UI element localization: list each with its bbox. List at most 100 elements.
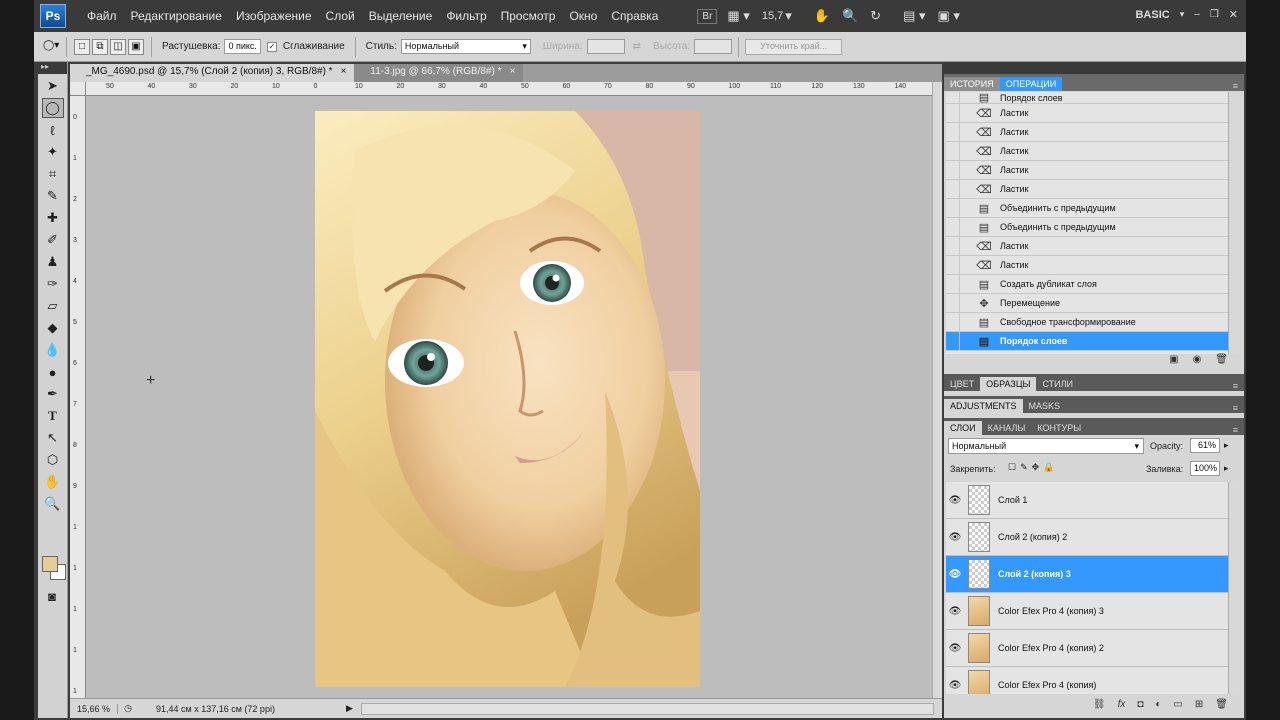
snapshot-icon[interactable]: ▣ [1169, 354, 1178, 370]
delete-icon[interactable]: 🗑 [1215, 354, 1228, 370]
visibility-eye-icon[interactable]: 👁 [946, 495, 964, 506]
visibility-eye-icon[interactable]: 👁 [946, 532, 964, 543]
minimize-icon[interactable]: – [1194, 9, 1200, 20]
visibility-eye-icon[interactable]: 👁 [946, 569, 964, 580]
layer-row[interactable]: 👁 Color Efex Pro 4 (копия) 2 [946, 630, 1228, 667]
ellipse-marquee-tool-icon[interactable]: ◯ [41, 98, 64, 118]
visibility-eye-icon[interactable]: 👁 [946, 643, 964, 654]
menu-view[interactable]: Просмотр [494, 9, 563, 23]
menu-layer[interactable]: Слой [319, 9, 362, 23]
view-extras-icon[interactable]: ▦ ▾ [727, 8, 749, 24]
history-item[interactable]: ⌫ Ластик [946, 255, 1228, 275]
close-tab-icon[interactable]: × [510, 66, 516, 82]
panel-menu-icon[interactable]: ≡ [1233, 81, 1238, 91]
hand-icon[interactable]: ✋ [814, 8, 830, 24]
visibility-eye-icon[interactable]: 👁 [946, 606, 964, 617]
add-selection-icon[interactable]: ⧉ [92, 38, 108, 55]
crop-tool-icon[interactable]: ⌗ [42, 164, 64, 184]
history-item[interactable]: ▤ Порядок слоев [946, 92, 1228, 107]
doc-tab[interactable]: 11-3.jpg @ 66,7% (RGB/8#) * × [354, 64, 524, 82]
layer-row[interactable]: 👁 Color Efex Pro 4 (копия) [946, 667, 1228, 694]
opacity-input[interactable]: 61% [1190, 438, 1220, 453]
history-brush-source-toggle[interactable] [946, 122, 960, 142]
layer-name[interactable]: Color Efex Pro 4 (копия) 3 [998, 606, 1104, 616]
menu-file[interactable]: Файл [80, 9, 124, 23]
move-tool-icon[interactable]: ➤ [42, 76, 64, 96]
tools-collapse-icon[interactable]: ▸▸ [38, 62, 67, 74]
paint-bucket-tool-icon[interactable]: ◆ [42, 318, 64, 338]
tab-history[interactable]: ИСТОРИЯ [944, 77, 1000, 91]
layer-row[interactable]: 👁 Слой 2 (копия) 3 [946, 556, 1228, 593]
link-layers-icon[interactable]: ⛓ [1093, 699, 1106, 710]
eyedropper-tool-icon[interactable]: ✎ [42, 186, 64, 206]
history-item[interactable]: ⌫ Ластик [946, 160, 1228, 180]
doc-tab-active[interactable]: _MG_4690.psd @ 15,7% (Слой 2 (копия) 3, … [70, 64, 355, 82]
screen-mode-icon[interactable]: ▣ ▾ [937, 8, 959, 24]
close-tab-icon[interactable]: × [341, 66, 347, 82]
layers-scrollbar[interactable] [1228, 482, 1240, 694]
new-selection-icon[interactable]: □ [74, 38, 90, 55]
add-mask-icon[interactable]: ◘ [1137, 699, 1143, 710]
history-brush-tool-icon[interactable]: ✑ [42, 274, 64, 294]
ellipse-marquee-icon[interactable]: ◯▾ [43, 39, 59, 55]
history-item[interactable]: ✥ Перемещение [946, 293, 1228, 313]
hand-tool-icon[interactable]: ✋ [42, 472, 64, 492]
history-brush-source-toggle[interactable] [946, 293, 960, 313]
path-selection-tool-icon[interactable]: ↖ [42, 428, 64, 448]
panel-menu-icon[interactable]: ≡ [1233, 381, 1238, 391]
zoom-tool-icon[interactable]: 🔍 [42, 494, 64, 514]
adjustment-layer-icon[interactable]: ◐ [1155, 699, 1161, 710]
history-brush-source-toggle[interactable] [946, 255, 960, 275]
history-brush-source-toggle[interactable] [946, 312, 960, 332]
delete-layer-icon[interactable]: 🗑 [1215, 699, 1228, 710]
layer-name[interactable]: Color Efex Pro 4 (копия) 2 [998, 643, 1104, 653]
tab-adjustments[interactable]: ADJUSTMENTS [944, 399, 1023, 413]
panel-dock-header[interactable] [944, 62, 1244, 74]
document-canvas[interactable]: + [86, 96, 932, 698]
layer-row[interactable]: 👁 Слой 1 [946, 482, 1228, 519]
layer-name[interactable]: Слой 2 (копия) 2 [998, 532, 1067, 542]
tab-color[interactable]: ЦВЕТ [944, 377, 980, 391]
layer-row[interactable]: 👁 Color Efex Pro 4 (копия) 3 [946, 593, 1228, 630]
layer-style-icon[interactable]: fx [1118, 699, 1126, 710]
horizontal-ruler[interactable]: 50 40 30 20 10 0 10 20 30 40 50 60 70 80 90 100 110 120 13… [86, 82, 932, 96]
status-info-icon[interactable]: ◷ [118, 703, 138, 714]
history-item[interactable]: ⌫ Ластик [946, 179, 1228, 199]
blend-mode-select[interactable]: Нормальный ▾ [948, 438, 1144, 454]
history-brush-source-toggle[interactable] [946, 236, 960, 256]
quick-mask-icon[interactable]: ◙ [41, 586, 63, 606]
history-brush-source-toggle[interactable] [946, 198, 960, 218]
clone-stamp-tool-icon[interactable]: ♟ [42, 252, 64, 272]
zoom-level[interactable]: 15,7 [762, 10, 783, 22]
new-layer-icon[interactable]: ⊞ [1195, 699, 1203, 710]
history-brush-source-toggle[interactable] [946, 179, 960, 199]
tab-channels[interactable]: КАНАЛЫ [982, 421, 1032, 435]
history-scrollbar[interactable] [1228, 92, 1240, 354]
history-item[interactable]: ⌫ Ластик [946, 141, 1228, 161]
blur-tool-icon[interactable]: 💧 [42, 340, 64, 360]
camera-icon[interactable]: ◉ [1193, 354, 1202, 370]
foreground-color-swatch[interactable] [42, 556, 58, 572]
visibility-eye-icon[interactable]: 👁 [946, 680, 964, 691]
fill-input[interactable]: 100% [1190, 461, 1220, 476]
menu-filter[interactable]: Фильтр [439, 9, 493, 23]
type-tool-icon[interactable]: T [42, 406, 64, 426]
layer-name[interactable]: Слой 1 [998, 495, 1027, 505]
history-item[interactable]: ▤ Создать дубликат слоя [946, 274, 1228, 294]
tab-styles[interactable]: СТИЛИ [1036, 377, 1079, 391]
subtract-selection-icon[interactable]: ◫ [110, 38, 126, 55]
menu-image[interactable]: Изображение [229, 9, 319, 23]
panel-menu-icon[interactable]: ≡ [1233, 403, 1238, 413]
history-item[interactable]: ▤ Свободное трансформирование [946, 312, 1228, 332]
opacity-slider-icon[interactable]: ▸ [1224, 440, 1229, 451]
magic-wand-tool-icon[interactable]: ✦ [42, 142, 64, 162]
brush-tool-icon[interactable]: ✐ [42, 230, 64, 250]
menu-select[interactable]: Выделение [362, 9, 440, 23]
history-brush-source-toggle[interactable] [946, 331, 960, 351]
new-group-icon[interactable]: ▭ [1173, 699, 1182, 710]
fill-slider-icon[interactable]: ▸ [1224, 463, 1229, 474]
menu-edit[interactable]: Редактирование [124, 9, 229, 23]
history-brush-source-toggle[interactable] [946, 274, 960, 294]
tab-swatches[interactable]: ОБРАЗЦЫ [980, 377, 1037, 391]
pen-tool-icon[interactable]: ✒ [42, 384, 64, 404]
